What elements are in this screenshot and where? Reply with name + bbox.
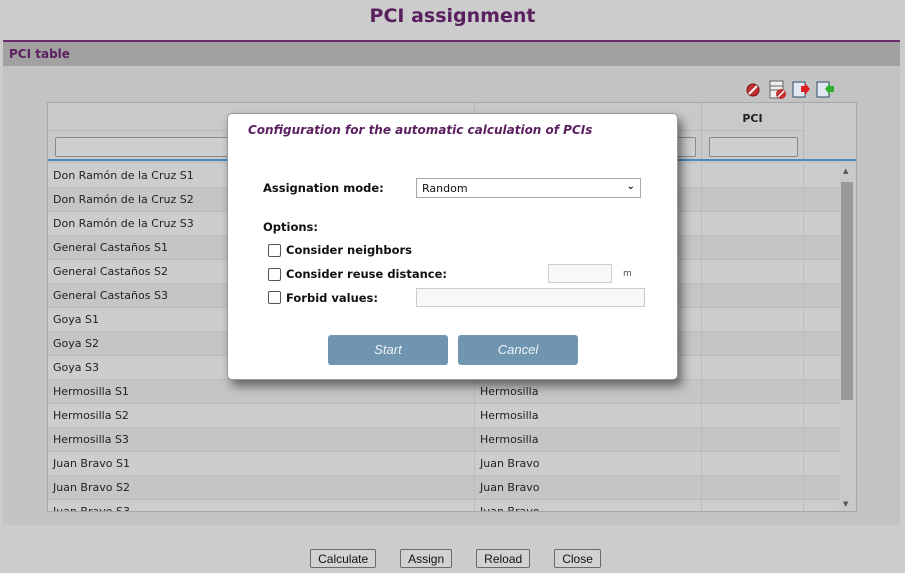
consider-neighbors-checkbox[interactable] bbox=[268, 244, 281, 257]
forbid-values-checkbox[interactable] bbox=[268, 291, 281, 304]
table-cell: Juan Bravo S1 bbox=[48, 452, 475, 475]
assign-button[interactable]: Assign bbox=[400, 549, 453, 568]
table-cell: Juan Bravo S3 bbox=[48, 500, 475, 511]
table-cell bbox=[702, 476, 804, 499]
consider-neighbors-label: Consider neighbors bbox=[286, 243, 413, 257]
table-cell bbox=[702, 356, 804, 379]
filter-pci-input[interactable] bbox=[709, 137, 798, 157]
table-cell: Juan Bravo S2 bbox=[48, 476, 475, 499]
export-icon[interactable] bbox=[792, 80, 810, 98]
table-cell bbox=[702, 212, 804, 235]
table-cancel-icon[interactable] bbox=[768, 80, 786, 99]
table-cell bbox=[702, 164, 804, 187]
table-row[interactable]: Hermosilla S3 Hermosilla bbox=[48, 428, 840, 452]
table-cell bbox=[702, 500, 804, 511]
table-cell bbox=[702, 308, 804, 331]
assignation-mode-select[interactable]: Random ⌄ bbox=[416, 178, 641, 198]
column-header-pci: PCI bbox=[702, 103, 804, 159]
table-row[interactable]: Juan Bravo S1 Juan Bravo bbox=[48, 452, 840, 476]
page-title: PCI assignment bbox=[369, 5, 536, 27]
options-label: Options: bbox=[263, 220, 318, 234]
table-cell: Hermosilla bbox=[475, 380, 702, 403]
table-cell: Juan Bravo bbox=[475, 452, 702, 475]
table-row[interactable]: Hermosilla S2 Hermosilla bbox=[48, 404, 840, 428]
consider-reuse-checkbox[interactable] bbox=[268, 268, 281, 281]
table-cell: Juan Bravo bbox=[475, 500, 702, 511]
table-cell bbox=[702, 332, 804, 355]
table-cell bbox=[702, 260, 804, 283]
scrollbar[interactable]: ▲ ▼ bbox=[839, 164, 855, 511]
consider-reuse-label: Consider reuse distance: bbox=[286, 267, 448, 281]
table-cell: Hermosilla S1 bbox=[48, 380, 475, 403]
reload-button[interactable]: Reload bbox=[476, 549, 531, 568]
chevron-down-icon: ⌄ bbox=[626, 181, 635, 192]
table-cell bbox=[702, 284, 804, 307]
scrollbar-thumb[interactable] bbox=[841, 182, 853, 400]
table-cell: Juan Bravo bbox=[475, 476, 702, 499]
table-cell bbox=[702, 188, 804, 211]
table-cell bbox=[702, 380, 804, 403]
table-cell: Hermosilla bbox=[475, 404, 702, 427]
dialog-title: Configuration for the automatic calculat… bbox=[248, 123, 593, 137]
cancel-icon[interactable] bbox=[744, 80, 762, 98]
table-cell bbox=[702, 452, 804, 475]
table-toolbar bbox=[744, 80, 834, 99]
forbid-values-input[interactable] bbox=[416, 288, 645, 307]
table-cell: Hermosilla S2 bbox=[48, 404, 475, 427]
table-cell: Hermosilla bbox=[475, 428, 702, 451]
panel-header: PCI table bbox=[3, 42, 900, 66]
table-cell: Hermosilla S3 bbox=[48, 428, 475, 451]
assignation-mode-label: Assignation mode: bbox=[263, 181, 384, 195]
footer-actions: Calculate Assign Reload Close bbox=[0, 549, 905, 568]
reuse-distance-input[interactable] bbox=[548, 264, 612, 283]
calculate-button[interactable]: Calculate bbox=[310, 549, 377, 568]
table-row[interactable]: Juan Bravo S2 Juan Bravo bbox=[48, 476, 840, 500]
reuse-unit: m bbox=[623, 269, 632, 279]
table-cell bbox=[702, 236, 804, 259]
table-row[interactable]: Juan Bravo S3 Juan Bravo bbox=[48, 500, 840, 511]
config-dialog: Configuration for the automatic calculat… bbox=[227, 113, 678, 380]
cancel-button[interactable]: Cancel bbox=[458, 335, 578, 365]
close-button[interactable]: Close bbox=[554, 549, 601, 568]
start-button[interactable]: Start bbox=[328, 335, 448, 365]
table-cell bbox=[702, 404, 804, 427]
forbid-values-label: Forbid values: bbox=[286, 291, 378, 305]
import-icon[interactable] bbox=[816, 80, 834, 98]
table-row[interactable]: Hermosilla S1 Hermosilla bbox=[48, 380, 840, 404]
table-cell bbox=[702, 428, 804, 451]
